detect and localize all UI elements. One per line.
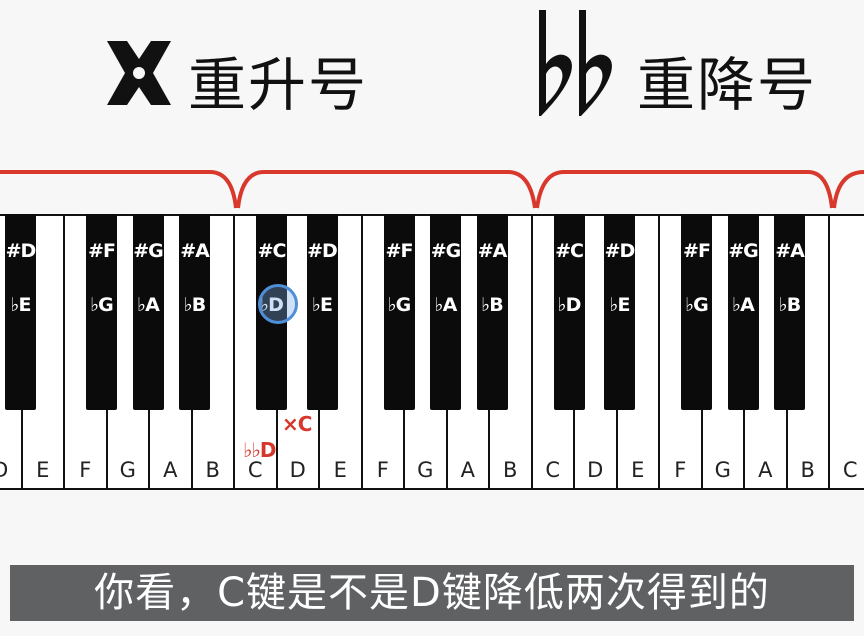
black-key-flat-label: ♭G: [685, 294, 709, 316]
black-key-flat-label: ♭G: [90, 294, 114, 316]
black-key[interactable]: #D ♭E: [5, 214, 36, 410]
black-key[interactable]: #G ♭A: [727, 214, 759, 410]
black-key-sharp-label: #A: [775, 240, 805, 262]
black-key-sharp-label: #G: [430, 240, 462, 262]
double-flat-icon: [539, 10, 612, 116]
white-key-label: B: [800, 458, 815, 482]
white-key[interactable]: C: [828, 214, 864, 490]
black-key-sharp-label: #C: [555, 240, 584, 262]
black-key-sharp-label: #C: [257, 240, 287, 262]
white-key-label: D: [0, 458, 9, 482]
black-key-sharp-label: #F: [385, 240, 414, 262]
white-key-label: F: [674, 458, 687, 482]
black-key[interactable]: #F ♭G: [86, 214, 117, 410]
black-key-flat-label: ♭E: [609, 294, 631, 316]
double-sharp-icon: [107, 41, 171, 105]
black-key-sharp-label: #D: [5, 240, 37, 262]
black-key-flat-label: ♭B: [481, 294, 503, 316]
white-key-label: C: [842, 458, 858, 482]
black-key-flat-label: ♭A: [732, 294, 755, 316]
white-key-label: B: [205, 458, 220, 482]
black-key-sharp-label: #D: [307, 240, 338, 262]
black-key-sharp-label: #G: [133, 240, 164, 262]
black-key[interactable]: #A ♭B: [476, 214, 508, 410]
black-key-sharp-label: #F: [683, 240, 711, 262]
black-key-sharp-label: #A: [477, 240, 508, 262]
black-key-sharp-label: #D: [604, 240, 636, 262]
double-flat-label: 重降号: [637, 51, 818, 119]
white-key-label: G: [417, 458, 434, 482]
black-key[interactable]: #A ♭B: [774, 214, 805, 410]
black-key-sharp-label: #A: [180, 240, 210, 262]
black-key-flat-label: ♭E: [312, 294, 333, 316]
white-key-label: G: [119, 458, 136, 482]
black-key-flat-label: ♭D: [557, 294, 582, 316]
black-key-flat-label: ♭E: [10, 294, 32, 316]
black-key[interactable]: #D ♭E: [306, 214, 338, 410]
white-key-label: D: [289, 458, 306, 482]
double-flat-d-annotation: ♭♭D: [243, 438, 276, 462]
octave-brackets: [0, 170, 864, 209]
black-key[interactable]: #A ♭B: [179, 214, 210, 410]
white-key-label: D: [587, 458, 604, 482]
black-key-sharp-label: #F: [88, 240, 116, 262]
black-key[interactable]: #G ♭A: [430, 214, 461, 410]
subtitle-caption: 你看，C键是不是D键降低两次得到的: [10, 565, 854, 621]
piano-keyboard: D E F G A B C D E F G A B C D E F G A B C #D ♭E #F ♭G #G ♭A #A ♭B #C ♭…: [0, 214, 864, 494]
black-key[interactable]: #D ♭E: [604, 214, 635, 410]
white-key-label: F: [376, 458, 389, 482]
white-key-label: A: [163, 458, 178, 482]
black-key-flat-label: ♭A: [137, 294, 160, 316]
white-key-label: E: [36, 458, 50, 482]
black-key[interactable]: #G ♭A: [132, 214, 164, 410]
white-key-label: E: [631, 458, 645, 482]
black-key-flat-label: ♭A: [434, 294, 458, 316]
header: 重升号 重降号: [0, 0, 864, 160]
white-key-label: C: [545, 458, 561, 482]
black-key-flat-label: ♭G: [387, 294, 412, 316]
white-key-label: F: [79, 458, 92, 482]
white-key-label: A: [758, 458, 773, 482]
white-key-label: G: [714, 458, 731, 482]
black-key-flat-label: ♭B: [778, 294, 801, 316]
white-key-label: E: [333, 458, 347, 482]
double-sharp-c-annotation: ×C: [282, 412, 312, 436]
white-key-label: B: [503, 458, 518, 482]
white-key-label: A: [460, 458, 475, 482]
black-key[interactable]: #F ♭G: [383, 214, 415, 410]
highlight-circle: [258, 284, 298, 324]
double-sharp-label: 重升号: [188, 51, 369, 119]
black-key[interactable]: #F ♭G: [681, 214, 712, 410]
black-key-sharp-label: #G: [728, 240, 759, 262]
black-key-flat-label: ♭B: [183, 294, 206, 316]
black-key[interactable]: #C ♭D: [553, 214, 585, 410]
